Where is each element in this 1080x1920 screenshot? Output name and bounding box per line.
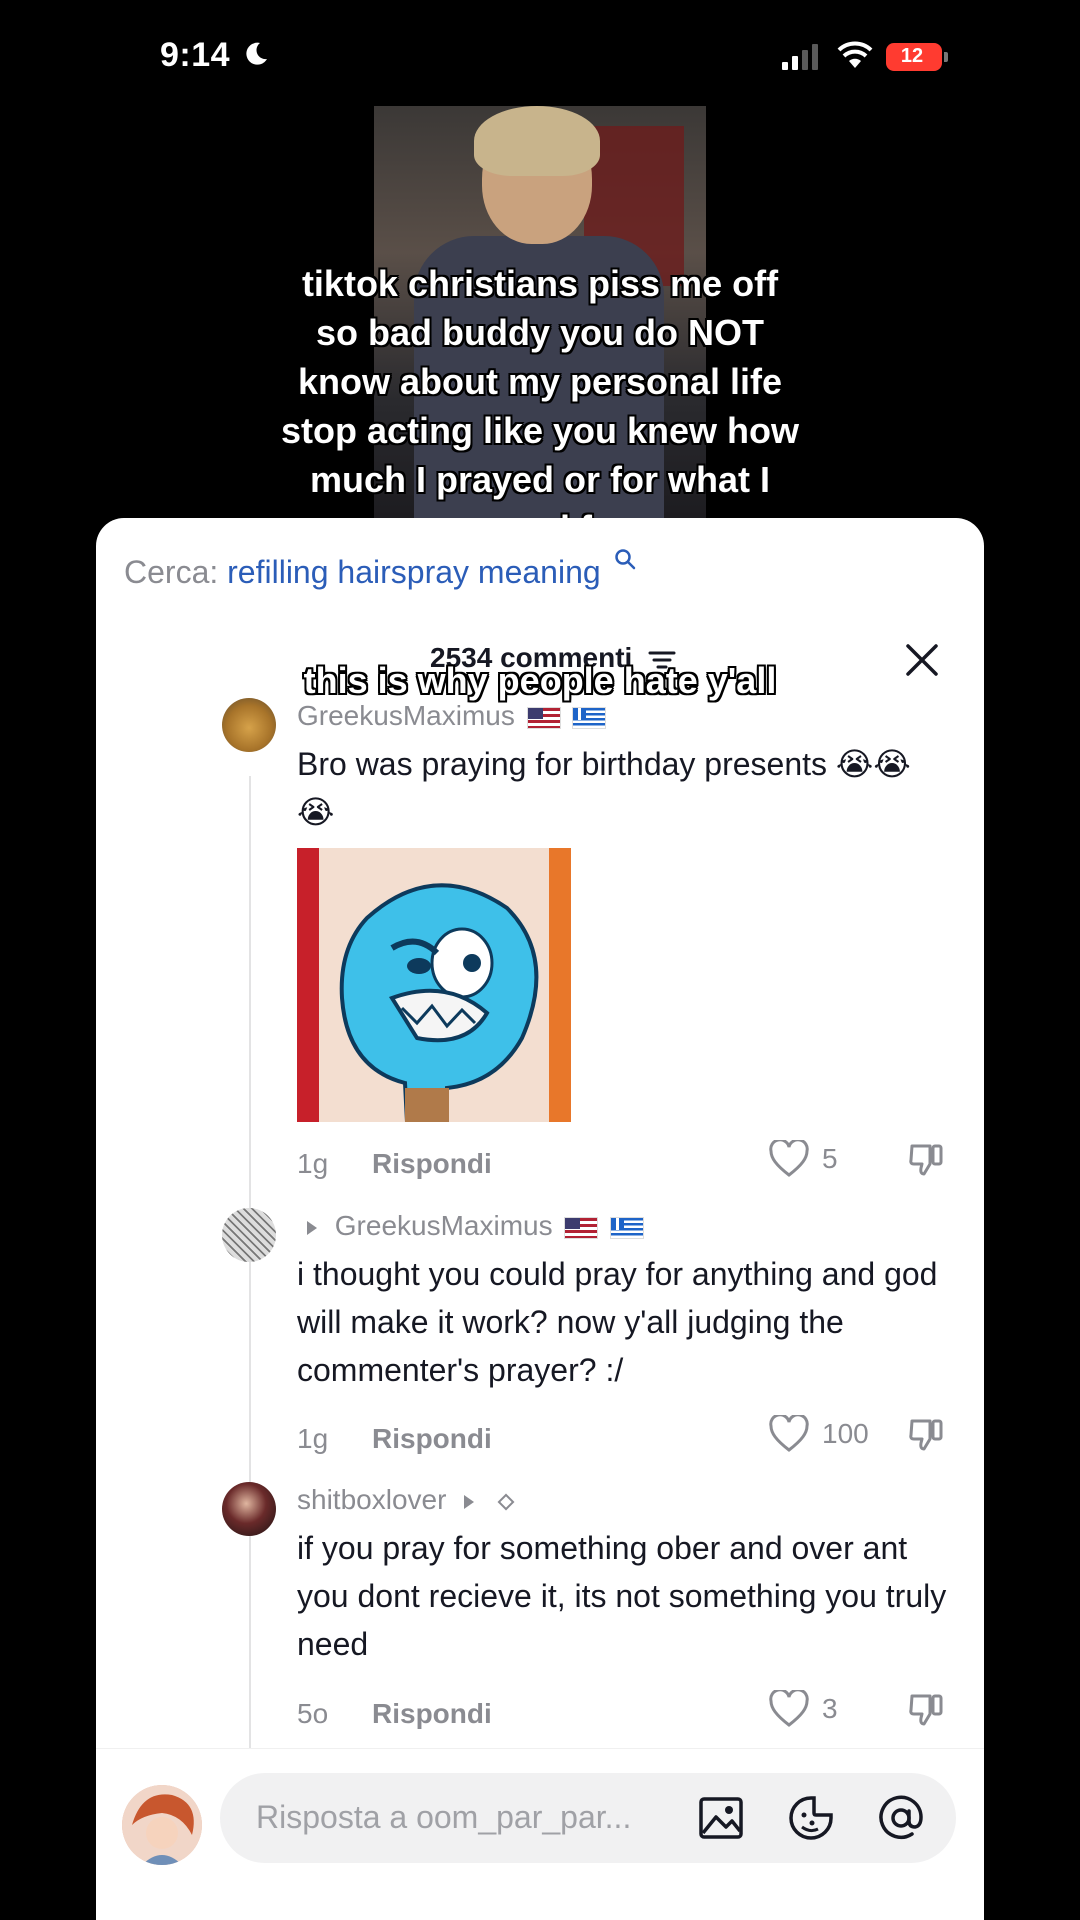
at-icon[interactable] [876, 1793, 926, 1843]
image-icon[interactable] [696, 1793, 746, 1843]
reply-arrow-icon [464, 1494, 475, 1509]
author-name: shitboxlover [297, 1484, 447, 1515]
heart-icon [769, 1690, 809, 1727]
moon-icon [246, 42, 267, 65]
avatar[interactable] [222, 1208, 276, 1262]
comment-text: Bro was praying for birthday presents 😭😭… [297, 746, 911, 830]
avatar[interactable] [222, 698, 276, 752]
heart-icon [769, 1140, 809, 1177]
reply-button[interactable]: Rispondi [372, 1423, 492, 1455]
comment-age: 1g [297, 1148, 329, 1179]
reply-button[interactable]: Rispondi [372, 1698, 492, 1730]
us-flag-icon [564, 1216, 599, 1239]
like-count: 100 [822, 1418, 869, 1449]
close-icon[interactable] [904, 642, 940, 678]
reply-input-bar: Risposta a oom_par_par... [96, 1748, 984, 1920]
avatar[interactable] [222, 1482, 276, 1536]
status-time: 9:14 [160, 36, 231, 74]
video-caption-main: tiktok christians piss me off so bad bud… [280, 263, 800, 549]
heart-icon [769, 1415, 809, 1452]
search-suggestion[interactable]: Cerca: refilling hairspray meaning [124, 549, 636, 591]
status-bar: 9:14 12 [0, 0, 1080, 110]
reply-placeholder: Risposta a oom_par_par... [256, 1799, 632, 1835]
signal-icon [782, 44, 818, 70]
battery-indicator: 12 [886, 43, 942, 71]
author-name: GreekusMaximus [334, 1210, 553, 1241]
comment-age: 5o [297, 1698, 329, 1729]
reply-button[interactable]: Rispondi [372, 1148, 492, 1180]
comments-sheet: Cerca: refilling hairspray meaning 2534 … [96, 518, 984, 1920]
battery-cap [944, 52, 948, 62]
search-term-link[interactable]: refilling hairspray meaning [227, 554, 601, 590]
search-icon [614, 549, 635, 570]
search-prefix: Cerca: [124, 554, 219, 590]
like-button[interactable]: 3 [768, 1690, 838, 1728]
greece-flag-icon [572, 706, 607, 729]
like-count: 5 [822, 1143, 838, 1174]
greece-flag-icon [610, 1216, 645, 1239]
comment-text: i thought you could pray for anything an… [297, 1256, 938, 1388]
comment-author[interactable]: GreekusMaximus [297, 1210, 645, 1242]
video-caption-secondary: this is why people hate y'all [303, 660, 777, 701]
thumbs-down-icon[interactable] [906, 1690, 946, 1730]
sticker-icon[interactable] [786, 1793, 836, 1843]
battery-level: 12 [900, 45, 924, 67]
reply-input[interactable]: Risposta a oom_par_par... [220, 1773, 956, 1863]
video-person-hair [474, 106, 600, 176]
user-avatar-image [122, 1785, 202, 1865]
user-avatar[interactable] [122, 1785, 202, 1865]
comment-author[interactable]: shitboxlover [297, 1484, 515, 1516]
wifi-icon [837, 41, 873, 68]
like-button[interactable]: 100 [768, 1415, 869, 1453]
reply-arrow-icon [307, 1220, 317, 1235]
comment-age: 1g [297, 1423, 329, 1454]
comment-text: if you pray for something ober and over … [297, 1530, 947, 1662]
like-count: 3 [822, 1693, 838, 1724]
thumbs-down-icon[interactable] [906, 1140, 946, 1180]
comment-sticker-image[interactable] [297, 848, 571, 1122]
like-button[interactable]: 5 [768, 1140, 838, 1178]
cartoon-face-image [339, 883, 539, 1122]
thread-line [249, 1560, 251, 1750]
us-flag-icon [526, 706, 561, 729]
diamond-icon [497, 1493, 515, 1511]
thumbs-down-icon[interactable] [906, 1415, 946, 1455]
